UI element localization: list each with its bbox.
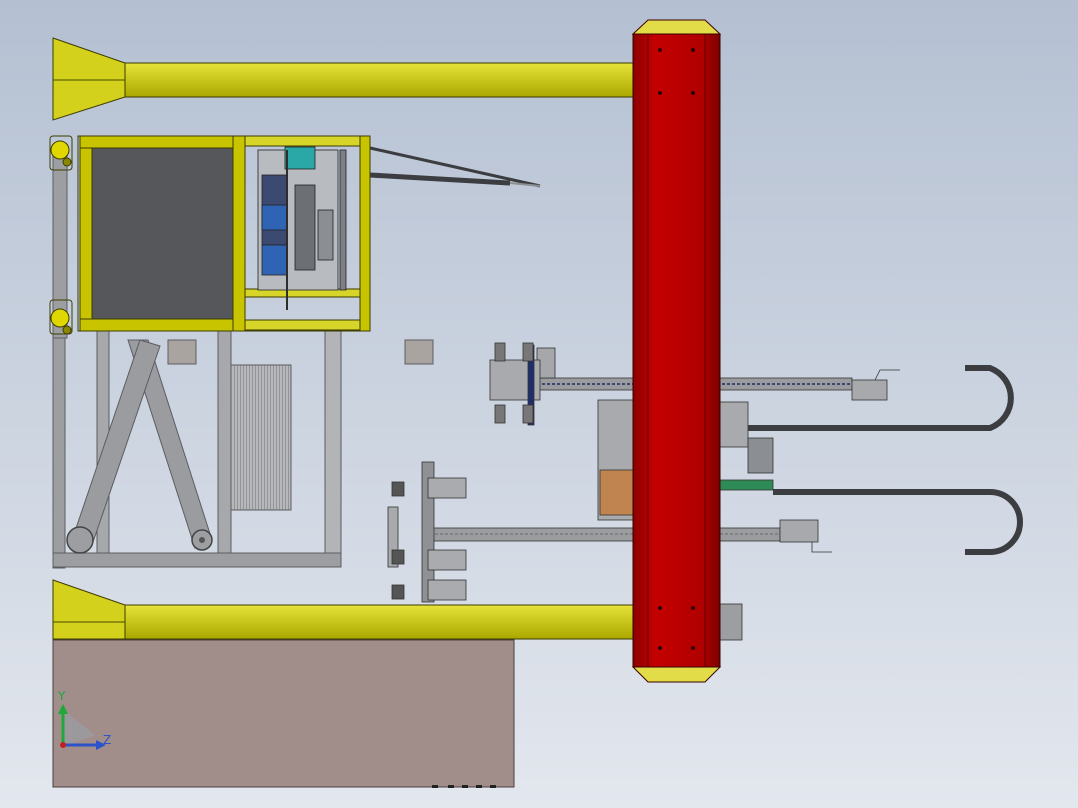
base-plate <box>52 639 515 788</box>
cabinet-mechanism <box>257 146 347 310</box>
cad-viewport[interactable]: Y Z <box>0 0 1078 808</box>
assembly-drawing: Y Z <box>49 19 1023 788</box>
pulley-axle <box>199 537 205 543</box>
pulley-left <box>66 526 94 554</box>
gas-strut <box>369 146 541 188</box>
red-column <box>631 19 722 683</box>
triad-z-label: Z <box>103 733 111 747</box>
triad-y-label: Y <box>57 689 66 703</box>
top-beam <box>52 37 644 121</box>
bottom-beam <box>52 579 644 640</box>
